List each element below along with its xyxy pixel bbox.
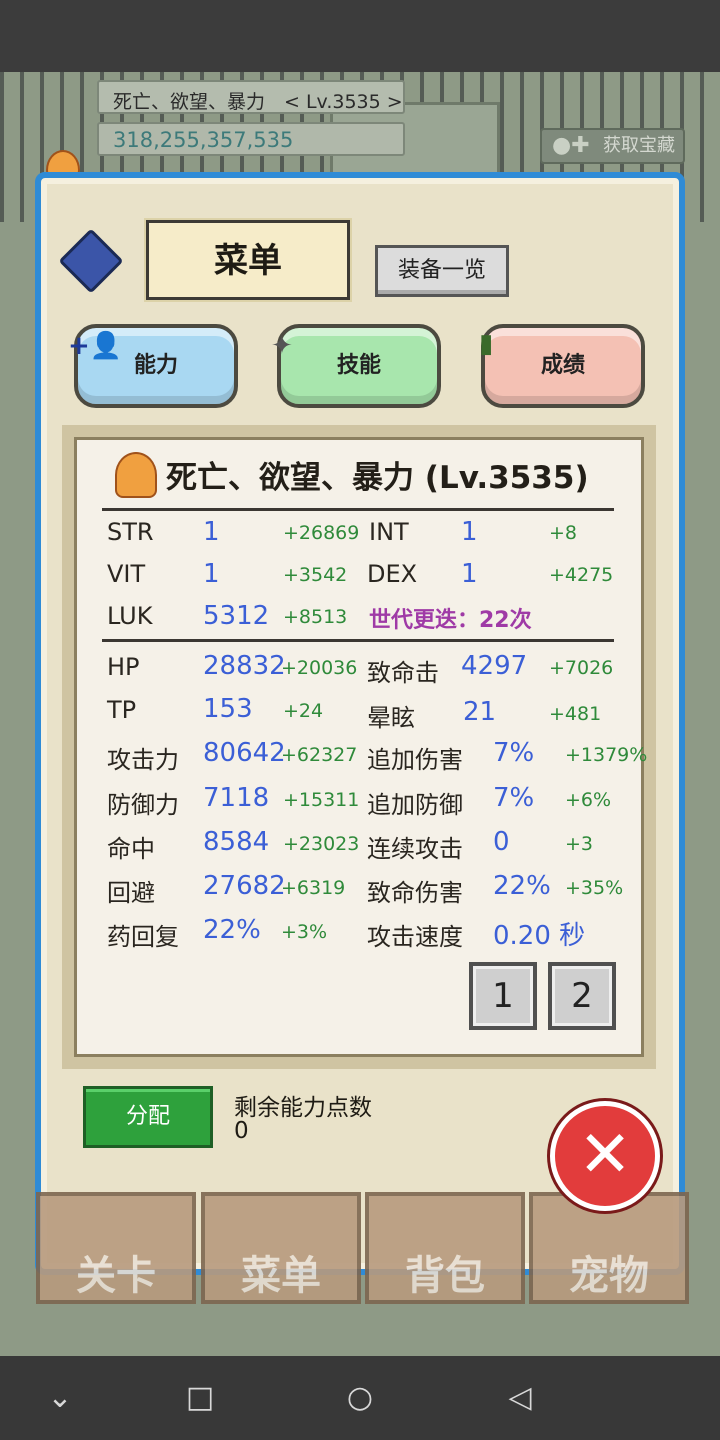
stat-atk-bonus: +62327 bbox=[281, 744, 358, 766]
nav-pet-label: 宠物 bbox=[569, 1253, 649, 1299]
nav-menu-label: 菜单 bbox=[241, 1253, 321, 1299]
menu-title: 菜单 bbox=[146, 220, 350, 300]
scroll-icon: ▮ bbox=[479, 329, 494, 359]
stat-dex-bonus: +4275 bbox=[549, 564, 614, 586]
stat-str-bonus: +26869 bbox=[283, 522, 360, 544]
nav-stage-label: 关卡 bbox=[76, 1253, 156, 1299]
stat-dex-label: DEX bbox=[367, 560, 418, 588]
stat-stun-value: 21 bbox=[463, 697, 497, 727]
character-title: 死亡、欲望、暴力 (Lv.3535) bbox=[166, 460, 589, 496]
tab-skill[interactable]: ✦ 技能 bbox=[271, 324, 441, 408]
stat-def-label: 防御力 bbox=[107, 791, 179, 819]
stat-int-value: 1 bbox=[461, 517, 478, 547]
stat-critdmg-value: 22% bbox=[493, 871, 551, 901]
chevron-down-icon[interactable]: ⌄ bbox=[40, 1378, 80, 1418]
page-2-button[interactable]: 2 bbox=[548, 962, 616, 1030]
stat-tp-label: TP bbox=[107, 696, 137, 724]
stat-luk-label: LUK bbox=[107, 602, 153, 630]
home-icon[interactable]: ○ bbox=[340, 1378, 380, 1418]
stat-int-label: INT bbox=[369, 518, 409, 546]
stat-critdmg-label: 致命伤害 bbox=[367, 879, 463, 907]
back-icon[interactable]: ◁ bbox=[500, 1378, 540, 1418]
stat-luk-bonus: +8513 bbox=[283, 606, 348, 628]
stat-extradmg-label: 追加伤害 bbox=[367, 746, 463, 774]
stat-atkspd-value: 0.20 秒 bbox=[493, 921, 586, 951]
gold-bar: 318,255,357,535 bbox=[97, 122, 405, 156]
stat-vit-value: 1 bbox=[203, 559, 220, 589]
gem-plus-icon: ●✚ bbox=[552, 133, 590, 158]
stat-eva-value: 27682 bbox=[203, 871, 286, 901]
stat-potion-bonus: +3% bbox=[281, 921, 328, 943]
get-treasure-button[interactable]: ●✚ 获取宝藏 bbox=[540, 128, 685, 164]
stat-hit-bonus: +23023 bbox=[283, 833, 360, 855]
stat-critdmg-bonus: +35% bbox=[565, 877, 624, 899]
stat-extradef-label: 追加防御 bbox=[367, 791, 463, 819]
nav-stage-button[interactable]: 关卡 bbox=[36, 1192, 196, 1304]
stat-crit-label: 致命击 bbox=[367, 659, 439, 687]
stat-combo-bonus: +3 bbox=[565, 833, 594, 855]
stat-potion-label: 药回复 bbox=[107, 923, 179, 951]
stat-stun-label: 晕眩 bbox=[367, 704, 415, 732]
stat-stun-bonus: +481 bbox=[549, 703, 602, 725]
page-1-button[interactable]: 1 bbox=[469, 962, 537, 1030]
equipment-list-button[interactable]: 装备一览 bbox=[375, 245, 509, 297]
remaining-points-label: 剩余能力点数 bbox=[234, 1095, 372, 1121]
stat-hit-label: 命中 bbox=[107, 835, 155, 863]
stat-extradef-bonus: +6% bbox=[565, 789, 612, 811]
stat-hit-value: 8584 bbox=[203, 827, 270, 857]
name-level-text: 死亡、欲望、暴力 < Lv.3535 > bbox=[113, 91, 403, 113]
status-bar bbox=[0, 0, 720, 72]
stat-hp-bonus: +20036 bbox=[281, 657, 358, 679]
generation-count: 世代更迭：22次 bbox=[369, 608, 532, 633]
stat-extradmg-bonus: +1379% bbox=[565, 744, 648, 766]
stat-atkspd-label: 攻击速度 bbox=[367, 923, 463, 951]
stat-def-bonus: +15311 bbox=[283, 789, 360, 811]
sparkle-icon: ✦ bbox=[271, 331, 293, 361]
divider bbox=[102, 639, 614, 642]
stat-vit-bonus: +3542 bbox=[283, 564, 348, 586]
tab-ability-label: 能力 bbox=[133, 353, 178, 378]
stat-tp-bonus: +24 bbox=[283, 700, 324, 722]
stat-str-label: STR bbox=[107, 518, 154, 546]
allot-button[interactable]: 分配 bbox=[83, 1086, 213, 1148]
gold-amount: 318,255,357,535 bbox=[113, 128, 294, 152]
name-level-bar: 死亡、欲望、暴力 < Lv.3535 > bbox=[97, 80, 405, 114]
tab-ability[interactable]: +👤 能力 bbox=[68, 324, 238, 408]
stat-vit-label: VIT bbox=[107, 560, 146, 588]
stat-crit-bonus: +7026 bbox=[549, 657, 614, 679]
remaining-points-value: 0 bbox=[234, 1118, 249, 1144]
character-avatar bbox=[115, 452, 157, 498]
nav-menu-button[interactable]: 菜单 bbox=[201, 1192, 361, 1304]
close-icon: ✕ bbox=[578, 1118, 632, 1192]
stat-str-value: 1 bbox=[203, 517, 220, 547]
stat-int-bonus: +8 bbox=[549, 522, 578, 544]
stat-extradef-value: 7% bbox=[493, 783, 535, 813]
stat-atk-label: 攻击力 bbox=[107, 746, 179, 774]
nav-bag-label: 背包 bbox=[405, 1253, 485, 1299]
stat-hp-value: 28832 bbox=[203, 651, 286, 681]
get-treasure-label: 获取宝藏 bbox=[603, 135, 675, 156]
stat-tp-value: 153 bbox=[203, 694, 253, 724]
stat-eva-label: 回避 bbox=[107, 879, 155, 907]
divider bbox=[102, 508, 614, 511]
stat-dex-value: 1 bbox=[461, 559, 478, 589]
stat-hp-label: HP bbox=[107, 653, 140, 681]
tab-achievement[interactable]: ▮ 成绩 bbox=[479, 324, 645, 408]
stat-def-value: 7118 bbox=[203, 783, 270, 813]
stat-eva-bonus: +6319 bbox=[281, 877, 346, 899]
stat-combo-value: 0 bbox=[493, 827, 510, 857]
stat-extradmg-value: 7% bbox=[493, 738, 535, 768]
stat-atk-value: 80642 bbox=[203, 738, 286, 768]
tab-skill-label: 技能 bbox=[336, 353, 381, 378]
close-button[interactable]: ✕ bbox=[550, 1101, 660, 1211]
stat-combo-label: 连续攻击 bbox=[367, 835, 463, 863]
tab-achievement-label: 成绩 bbox=[540, 353, 585, 378]
stat-potion-value: 22% bbox=[203, 915, 261, 945]
stat-crit-value: 4297 bbox=[461, 651, 528, 681]
add-user-icon: +👤 bbox=[68, 331, 123, 361]
stat-luk-value: 5312 bbox=[203, 601, 270, 631]
nav-bag-button[interactable]: 背包 bbox=[365, 1192, 525, 1304]
recents-icon[interactable]: □ bbox=[180, 1378, 220, 1418]
